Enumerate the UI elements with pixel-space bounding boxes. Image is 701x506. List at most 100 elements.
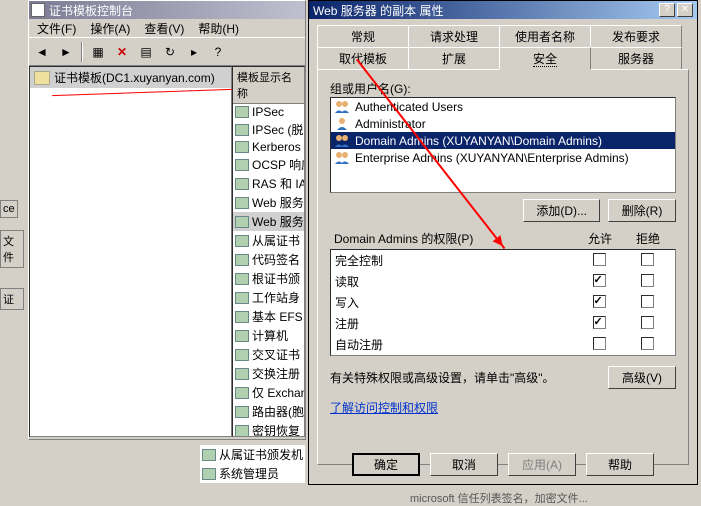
mmc-title: 证书模板控制台 <box>49 2 133 19</box>
dialog-titlebar[interactable]: Web 服务器 的副本 属性 ? ✕ <box>309 1 697 19</box>
allow-checkbox[interactable] <box>593 337 606 350</box>
frag-ce: ce <box>0 200 18 218</box>
add-button[interactable]: 添加(D)... <box>523 199 600 222</box>
template-item[interactable]: 交叉证书 <box>233 345 304 364</box>
tree-root-item[interactable]: 证书模板(DC1.xuyanyan.com) <box>30 67 231 88</box>
tree-pane[interactable]: 证书模板(DC1.xuyanyan.com) <box>29 66 232 437</box>
template-icon <box>235 178 249 190</box>
deny-checkbox[interactable] <box>641 316 654 329</box>
menu-action[interactable]: 操作(A) <box>84 19 136 38</box>
tab-扩展[interactable]: 扩展 <box>408 47 500 69</box>
toolbar-btn2[interactable]: ▤ <box>135 41 157 63</box>
tab-发布要求[interactable]: 发布要求 <box>590 25 682 47</box>
tab-服务器[interactable]: 服务器 <box>590 47 682 69</box>
toolbar-btn[interactable]: ▦ <box>87 41 109 63</box>
template-icon <box>235 406 249 418</box>
group-item[interactable]: Authenticated Users <box>331 98 675 115</box>
template-icon <box>235 368 249 380</box>
permission-row: 自动注册 <box>331 334 675 355</box>
template-icon <box>235 273 249 285</box>
ok-button[interactable]: 确定 <box>352 453 420 476</box>
group-item[interactable]: Domain Admins (XUYANYAN\Domain Admins) <box>331 132 675 149</box>
deny-header: 拒绝 <box>624 230 672 247</box>
group-icon <box>333 150 351 165</box>
tab-取代模板[interactable]: 取代模板 <box>317 47 409 69</box>
remove-button[interactable]: 删除(R) <box>608 199 676 222</box>
template-item[interactable]: Web 服务器 <box>233 193 304 212</box>
apply-button[interactable]: 应用(A) <box>508 453 576 476</box>
group-icon <box>333 99 351 114</box>
template-item[interactable]: 根证书颁 <box>233 269 304 288</box>
folder-icon <box>34 71 50 85</box>
export-button[interactable]: ▸ <box>183 41 205 63</box>
tab-常规[interactable]: 常规 <box>317 25 409 47</box>
template-item[interactable]: IPSec <box>233 104 304 120</box>
template-icon <box>235 292 249 304</box>
help-button2[interactable]: 帮助 <box>586 453 654 476</box>
mmc-window: 证书模板控制台 文件(F) 操作(A) 查看(V) 帮助(H) ◄ ► ▦ ✕ … <box>28 0 306 440</box>
user-icon <box>333 116 351 131</box>
allow-checkbox[interactable] <box>593 316 606 329</box>
back-button[interactable]: ◄ <box>31 41 53 63</box>
allow-checkbox[interactable] <box>593 295 606 308</box>
template-item[interactable]: 密钥恢复 <box>233 421 304 437</box>
tab-使用者名称[interactable]: 使用者名称 <box>499 25 591 47</box>
template-icon <box>235 387 249 399</box>
deny-checkbox[interactable] <box>641 253 654 266</box>
help-winbtn[interactable]: ? <box>659 3 675 17</box>
menubar: 文件(F) 操作(A) 查看(V) 帮助(H) <box>29 19 305 37</box>
group-item[interactable]: Enterprise Admins (XUYANYAN\Enterprise A… <box>331 149 675 166</box>
deny-checkbox[interactable] <box>641 295 654 308</box>
allow-checkbox[interactable] <box>593 274 606 287</box>
template-icon <box>235 235 249 247</box>
frag-cert: 证 <box>0 288 24 310</box>
template-item[interactable]: 计算机 <box>233 326 304 345</box>
delete-button[interactable]: ✕ <box>111 41 133 63</box>
groups-list[interactable]: Authenticated UsersAdministratorDomain A… <box>330 97 676 193</box>
template-item[interactable]: IPSec (脱 <box>233 120 304 139</box>
allow-checkbox[interactable] <box>593 253 606 266</box>
groups-label: 组或用户名(G): <box>330 80 676 97</box>
template-item[interactable]: OCSP 响应 <box>233 155 304 174</box>
bottom-extra: 从属证书颁发机 系统管理员 <box>200 445 305 483</box>
refresh-button[interactable]: ↻ <box>159 41 181 63</box>
template-item[interactable]: 从属证书 <box>233 231 304 250</box>
template-item[interactable]: Web 服务 <box>233 212 304 231</box>
permission-row: 写入 <box>331 292 675 313</box>
template-item[interactable]: Kerberos <box>233 139 304 155</box>
learn-link[interactable]: 了解访问控制和权限 <box>330 399 438 416</box>
mmc-titlebar[interactable]: 证书模板控制台 <box>29 1 305 19</box>
app-icon <box>31 3 45 17</box>
tab-安全[interactable]: 安全 <box>499 47 591 70</box>
menu-view[interactable]: 查看(V) <box>138 19 190 38</box>
template-icon <box>235 124 249 136</box>
template-item[interactable]: 路由器(胞 <box>233 402 304 421</box>
group-item[interactable]: Administrator <box>331 115 675 132</box>
advanced-button[interactable]: 高级(V) <box>608 366 676 389</box>
list-header[interactable]: 模板显示名称 <box>233 67 304 104</box>
template-item[interactable]: 仅 Exchan <box>233 383 304 402</box>
template-item[interactable]: 基本 EFS <box>233 307 304 326</box>
menu-file[interactable]: 文件(F) <box>31 19 82 38</box>
template-icon <box>235 197 249 209</box>
template-item[interactable]: 代码签名 <box>233 250 304 269</box>
close-winbtn[interactable]: ✕ <box>677 3 693 17</box>
template-icon <box>235 349 249 361</box>
forward-button[interactable]: ► <box>55 41 77 63</box>
template-icon <box>235 159 249 171</box>
frag-file: 文件 <box>0 230 24 268</box>
template-item[interactable]: 工作站身 <box>233 288 304 307</box>
deny-checkbox[interactable] <box>641 337 654 350</box>
templates-list[interactable]: 模板显示名称 IPSecIPSec (脱Kerberos OCSP 响应RAS … <box>232 66 305 437</box>
menu-help[interactable]: 帮助(H) <box>192 19 245 38</box>
help-button[interactable]: ? <box>207 41 229 63</box>
template-icon <box>235 425 249 437</box>
toolbar: ◄ ► ▦ ✕ ▤ ↻ ▸ ? <box>29 37 305 65</box>
deny-checkbox[interactable] <box>641 274 654 287</box>
template-icon <box>235 311 249 323</box>
permission-row: 读取 <box>331 271 675 292</box>
template-item[interactable]: RAS 和 IA <box>233 174 304 193</box>
cancel-button[interactable]: 取消 <box>430 453 498 476</box>
tab-请求处理[interactable]: 请求处理 <box>408 25 500 47</box>
template-item[interactable]: 交换注册 <box>233 364 304 383</box>
